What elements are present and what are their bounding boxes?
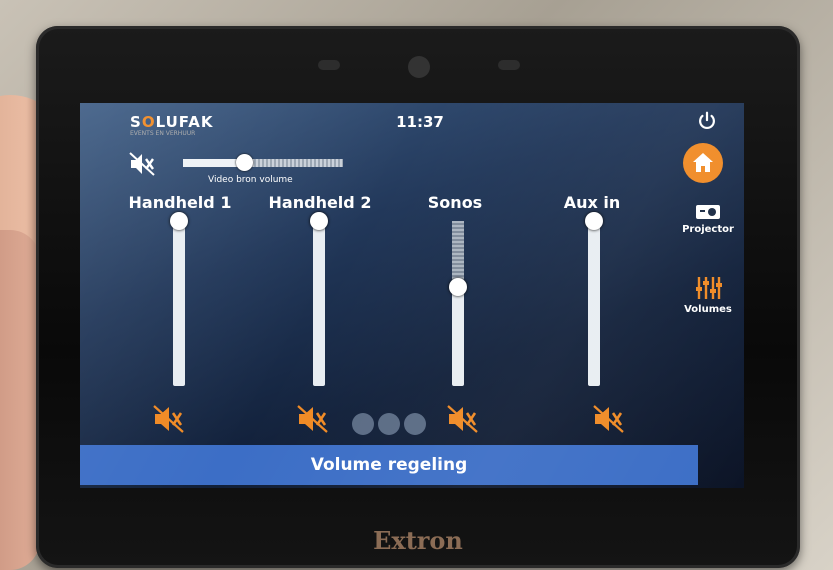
channel-label-sonos: Sonos bbox=[427, 193, 483, 212]
footer-title: Volume regeling bbox=[310, 455, 468, 475]
device-brand: Extron bbox=[373, 526, 463, 555]
channel-label-handheld-2: Handheld 2 bbox=[268, 193, 372, 212]
slider-handle[interactable] bbox=[236, 154, 253, 171]
page-dot bbox=[352, 413, 374, 435]
touch-screen: SOLUFAK EVENTS EN VERHUUR 11:37 Video br… bbox=[80, 103, 744, 488]
projector-label: Projector bbox=[682, 224, 734, 235]
slider-track bbox=[244, 159, 343, 167]
mute-icon[interactable] bbox=[592, 403, 626, 435]
page-dot bbox=[378, 413, 400, 435]
logo-text: SOLUFAK bbox=[130, 113, 214, 131]
hand bbox=[0, 230, 40, 570]
volumes-button[interactable]: Volumes bbox=[676, 275, 740, 315]
power-icon[interactable] bbox=[696, 110, 718, 132]
footer-title-bar: Volume regeling bbox=[80, 445, 698, 485]
fader-handle-sonos[interactable] bbox=[449, 278, 467, 296]
channel-label-aux-in: Aux in bbox=[563, 193, 621, 212]
channel-label-handheld-1: Handheld 1 bbox=[128, 193, 232, 212]
mute-icon[interactable] bbox=[296, 403, 330, 435]
fader-sonos[interactable] bbox=[452, 221, 464, 386]
fader-handheld-1[interactable] bbox=[173, 221, 185, 386]
fader-handheld-2[interactable] bbox=[313, 221, 325, 386]
sensor-left bbox=[318, 60, 340, 70]
home-button[interactable] bbox=[683, 143, 723, 183]
home-icon bbox=[693, 153, 713, 172]
master-volume-label: Video bron volume bbox=[208, 175, 293, 185]
projector-button[interactable]: Projector bbox=[676, 203, 740, 235]
company-logo: SOLUFAK bbox=[130, 113, 214, 131]
slider-fill bbox=[183, 159, 244, 167]
master-volume-slider[interactable] bbox=[183, 154, 343, 171]
volumes-label: Volumes bbox=[684, 304, 732, 315]
clock: 11:37 bbox=[396, 113, 444, 131]
mute-icon[interactable] bbox=[152, 403, 186, 435]
master-mute-icon[interactable] bbox=[128, 151, 156, 177]
mute-icon[interactable] bbox=[446, 403, 480, 435]
projector-icon bbox=[696, 205, 720, 219]
fader-handle-handheld-2[interactable] bbox=[310, 212, 328, 230]
fader-handle-aux-in[interactable] bbox=[585, 212, 603, 230]
fader-aux-in[interactable] bbox=[588, 221, 600, 386]
sensor-right bbox=[498, 60, 520, 70]
page-dot bbox=[404, 413, 426, 435]
sliders-icon bbox=[696, 277, 722, 299]
page-indicator bbox=[352, 413, 432, 441]
camera-lens bbox=[408, 56, 430, 78]
logo-subtitle: EVENTS EN VERHUUR bbox=[130, 130, 196, 137]
fader-handle-handheld-1[interactable] bbox=[170, 212, 188, 230]
